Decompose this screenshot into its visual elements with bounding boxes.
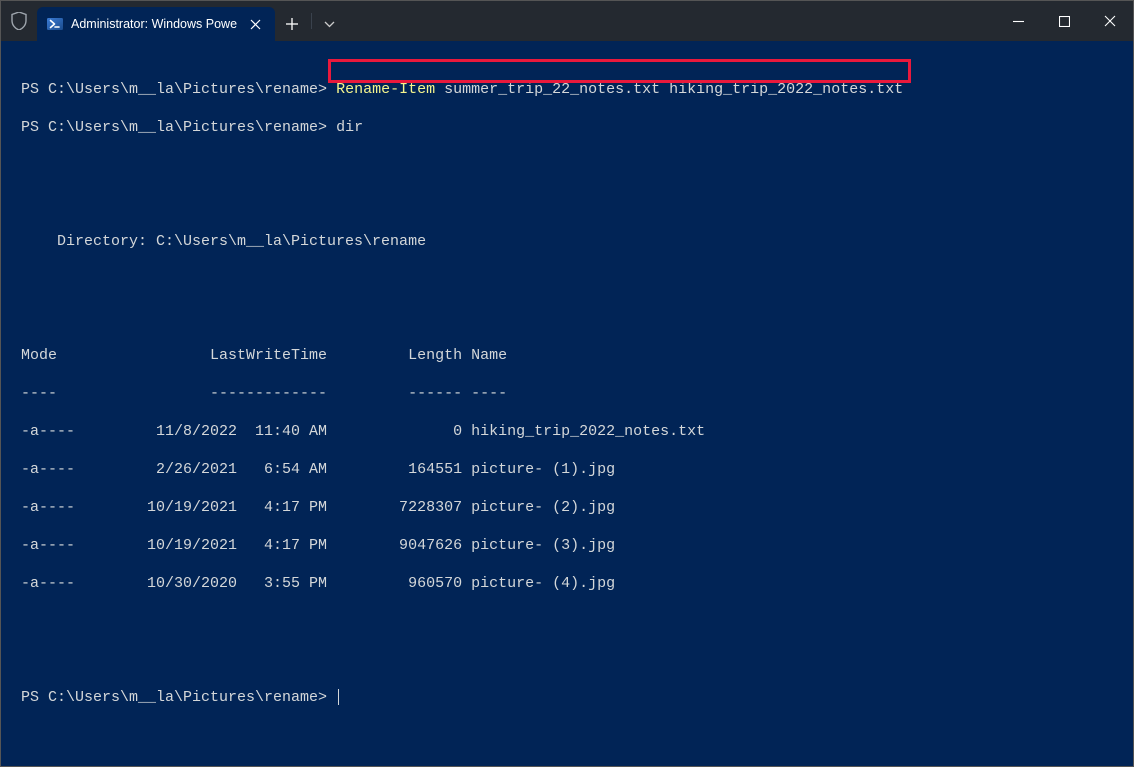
close-button[interactable] bbox=[1087, 1, 1133, 41]
blank-line bbox=[21, 612, 1113, 631]
tab-dropdown-button[interactable] bbox=[314, 7, 344, 41]
divider bbox=[311, 13, 312, 29]
table-row: -a---- 10/19/2021 4:17 PM 9047626 pictur… bbox=[21, 536, 1113, 555]
cmd-line-1: PS C:\Users\m__la\Pictures\rename> Renam… bbox=[21, 80, 1113, 99]
titlebar-left: Administrator: Windows Powe bbox=[1, 1, 344, 41]
maximize-button[interactable] bbox=[1041, 1, 1087, 41]
powershell-icon bbox=[47, 16, 63, 32]
table-row: -a---- 11/8/2022 11:40 AM 0 hiking_trip_… bbox=[21, 422, 1113, 441]
table-header-sep: ---- ------------- ------ ---- bbox=[21, 384, 1113, 403]
table-row: -a---- 10/30/2020 3:55 PM 960570 picture… bbox=[21, 574, 1113, 593]
window-controls bbox=[995, 1, 1133, 41]
minimize-button[interactable] bbox=[995, 1, 1041, 41]
directory-line: Directory: C:\Users\m__la\Pictures\renam… bbox=[21, 232, 1113, 251]
terminal-area[interactable]: PS C:\Users\m__la\Pictures\rename> Renam… bbox=[1, 41, 1133, 766]
cursor-icon bbox=[338, 689, 339, 705]
blank-line bbox=[21, 650, 1113, 669]
blank-line bbox=[21, 156, 1113, 175]
table-row: -a---- 10/19/2021 4:17 PM 7228307 pictur… bbox=[21, 498, 1113, 517]
tab-close-button[interactable] bbox=[245, 14, 265, 34]
blank-line bbox=[21, 270, 1113, 289]
tab-active[interactable]: Administrator: Windows Powe bbox=[37, 7, 275, 41]
cmdlet-name: Rename-Item bbox=[336, 81, 435, 98]
new-tab-button[interactable] bbox=[275, 7, 309, 41]
table-row: -a---- 2/26/2021 6:54 AM 164551 picture-… bbox=[21, 460, 1113, 479]
titlebar: Administrator: Windows Powe bbox=[1, 1, 1133, 41]
tab-label: Administrator: Windows Powe bbox=[71, 17, 237, 31]
cmd-line-2: PS C:\Users\m__la\Pictures\rename> dir bbox=[21, 118, 1113, 137]
table-header: Mode LastWriteTime Length Name bbox=[21, 346, 1113, 365]
blank-line bbox=[21, 194, 1113, 213]
shield-icon bbox=[1, 1, 37, 41]
blank-line bbox=[21, 308, 1113, 327]
prompt-current: PS C:\Users\m__la\Pictures\rename> bbox=[21, 688, 1113, 707]
